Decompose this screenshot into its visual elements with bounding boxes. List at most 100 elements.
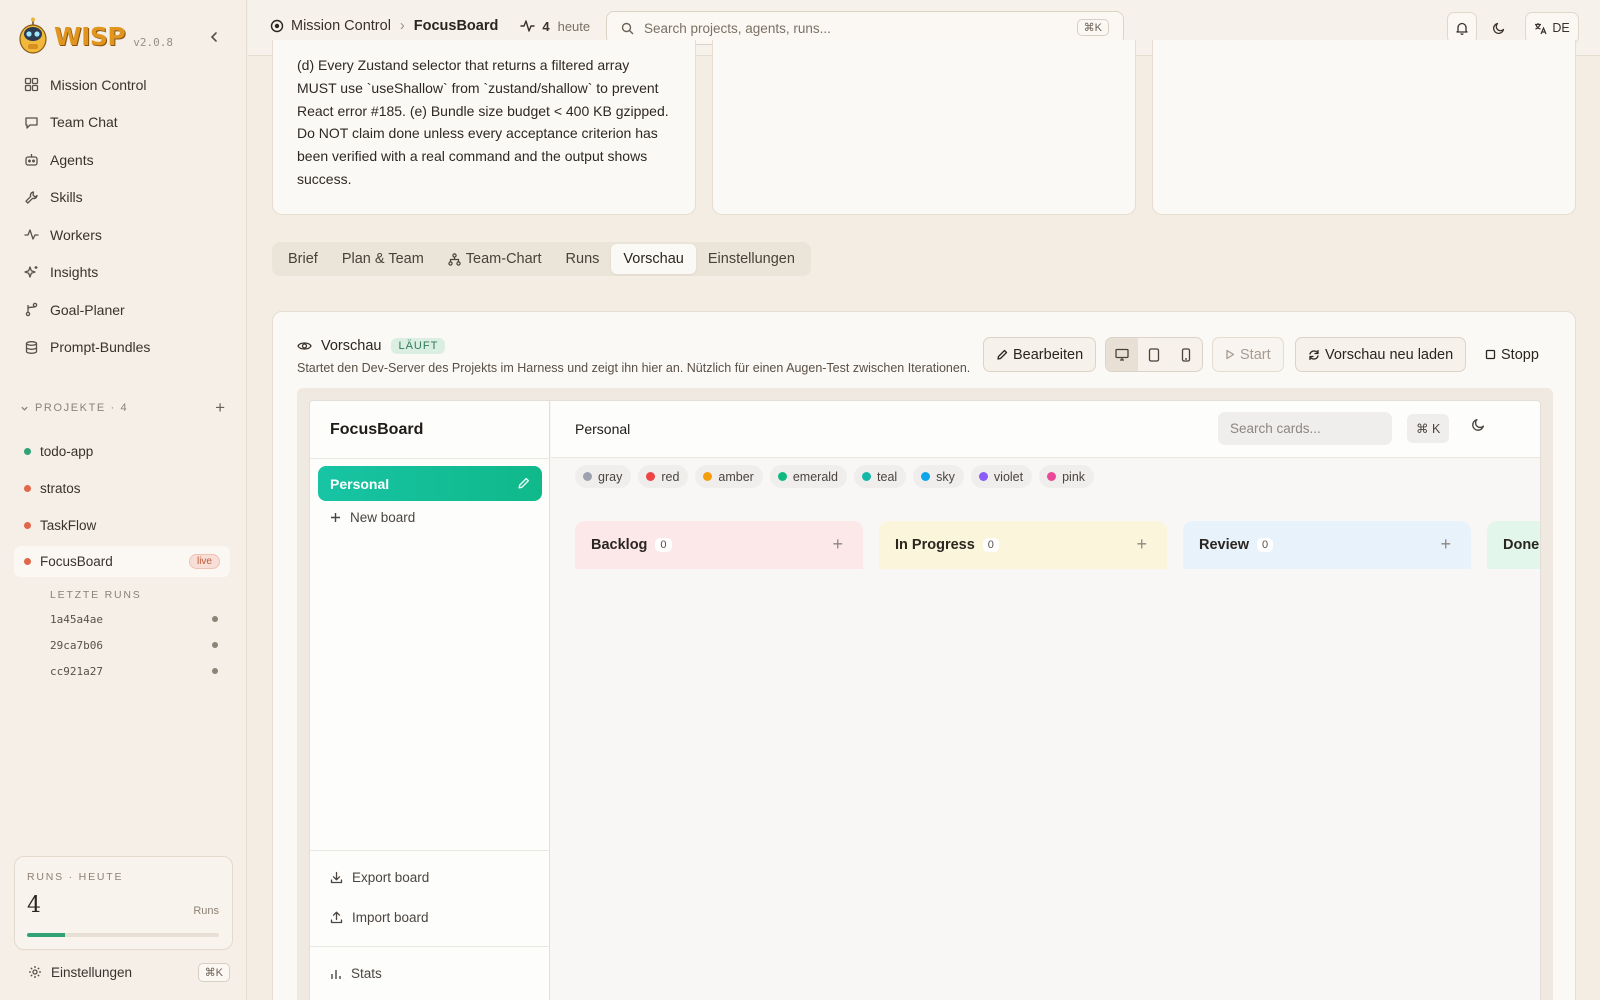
app-sidebar: FocusBoard Personal New board Export boa…: [310, 401, 550, 1000]
tab-vorschau[interactable]: Vorschau: [611, 244, 696, 274]
tab-einstellungen[interactable]: Einstellungen: [696, 244, 807, 274]
label-chip-amber[interactable]: amber: [695, 465, 763, 488]
label-chip-sky[interactable]: sky: [913, 465, 964, 488]
column-count: 0: [982, 538, 999, 552]
label-chip-emerald[interactable]: emerald: [769, 465, 848, 488]
card-search-input[interactable]: Search cards...: [1218, 412, 1392, 445]
tablet-view-button[interactable]: [1138, 338, 1170, 371]
label-chip-pink[interactable]: pink: [1039, 465, 1095, 488]
nav-item-prompt-bundles[interactable]: Prompt-Bundles: [14, 329, 232, 367]
nav-item-agents[interactable]: Agents: [14, 141, 232, 179]
tab-runs[interactable]: Runs: [554, 244, 612, 274]
new-board-button[interactable]: New board: [330, 510, 415, 525]
project-item-todo-app[interactable]: todo-app: [14, 433, 230, 470]
chip-label: violet: [993, 469, 1024, 484]
add-card-button[interactable]: +: [832, 534, 843, 555]
color-dot: [862, 472, 872, 481]
breadcrumb-root[interactable]: Mission Control: [291, 18, 391, 34]
color-dot: [921, 472, 931, 481]
label-chip-teal[interactable]: teal: [854, 465, 907, 488]
breadcrumb: Mission Control › FocusBoard 4 heute: [270, 18, 590, 34]
chip-label: red: [661, 469, 680, 484]
tab-brief[interactable]: Brief: [276, 244, 330, 274]
run-item[interactable]: cc921a27: [50, 658, 218, 684]
database-icon: [24, 339, 40, 355]
project-item-stratos[interactable]: stratos: [14, 470, 230, 507]
download-icon: [330, 871, 343, 884]
divider: [310, 850, 550, 851]
collapse-sidebar-button[interactable]: [203, 26, 225, 48]
project-name: FocusBoard: [40, 554, 113, 569]
tab-label: Team-Chart: [465, 251, 542, 267]
pencil-icon[interactable]: [517, 477, 530, 490]
color-dot: [978, 472, 988, 481]
device-switcher: [1105, 337, 1203, 372]
project-name: TaskFlow: [40, 518, 97, 533]
app-version: v2.0.8: [133, 35, 173, 49]
runs-today-card: RUNS · HEUTE 4 Runs: [14, 856, 233, 950]
add-project-button[interactable]: +: [215, 398, 225, 418]
smartphone-icon: [1181, 347, 1191, 362]
nav-item-team-chat[interactable]: Team Chat: [14, 104, 232, 142]
run-id: cc921a27: [50, 664, 103, 678]
label-chip-violet[interactable]: violet: [970, 465, 1033, 488]
run-status-dot: [212, 668, 218, 674]
project-item-focusboard[interactable]: FocusBoard live: [14, 546, 230, 577]
reload-label: Vorschau neu laden: [1325, 346, 1454, 363]
run-item[interactable]: 29ca7b06: [50, 632, 218, 658]
export-board-button[interactable]: Export board: [330, 870, 429, 885]
tab-plan-team[interactable]: Plan & Team: [330, 244, 436, 274]
reload-preview-button[interactable]: Vorschau neu laden: [1295, 337, 1467, 372]
main-nav: Mission Control Team Chat Agents Skills …: [14, 66, 232, 366]
runs-today-count: 4: [27, 893, 41, 918]
nav-item-skills[interactable]: Skills: [14, 179, 232, 217]
tablet-icon: [1148, 347, 1160, 362]
app-header: Personal Search cards... ⌘ K: [551, 401, 1540, 458]
project-item-taskflow[interactable]: TaskFlow: [14, 507, 230, 544]
command-palette-button[interactable]: ⌘ K: [1407, 414, 1450, 443]
board-item-personal[interactable]: Personal: [318, 466, 542, 501]
label-chip-red[interactable]: red: [638, 465, 689, 488]
chip-label: amber: [718, 469, 754, 484]
column-title: In Progress: [895, 537, 975, 553]
recent-runs-label: LETZTE RUNS: [50, 589, 142, 601]
stop-button[interactable]: Stopp: [1472, 337, 1552, 372]
desktop-view-button[interactable]: [1106, 338, 1138, 371]
moon-icon[interactable]: [1471, 417, 1486, 432]
activity-icon: [24, 227, 40, 243]
import-board-button[interactable]: Import board: [330, 910, 429, 925]
start-button[interactable]: Start: [1212, 337, 1284, 372]
sparkles-icon: [24, 264, 40, 280]
language-label: DE: [1552, 21, 1570, 35]
label-chip-gray[interactable]: gray: [575, 465, 632, 488]
nav-item-insights[interactable]: Insights: [14, 254, 232, 292]
edit-button[interactable]: Bearbeiten: [983, 337, 1097, 372]
project-tabs: Brief Plan & Team Team-Chart Runs Vorsch…: [272, 242, 811, 276]
stats-label: Stats: [351, 966, 382, 981]
runs-today-label: RUNS · HEUTE: [27, 871, 124, 883]
nav-label: Workers: [50, 226, 102, 243]
projects-header[interactable]: PROJEKTE · 4 +: [20, 398, 225, 418]
runs-today-progress: [27, 933, 219, 937]
sidebar-settings[interactable]: Einstellungen ⌘K: [28, 959, 230, 985]
nav-item-mission-control[interactable]: Mission Control: [14, 66, 232, 104]
bell-icon: [1456, 22, 1468, 35]
search-icon: [621, 22, 634, 34]
column-count: 0: [1256, 538, 1274, 552]
nav-item-workers[interactable]: Workers: [14, 216, 232, 254]
run-item[interactable]: 1a45a4ae: [50, 606, 218, 632]
live-badge: live: [188, 554, 220, 569]
add-card-button[interactable]: +: [1440, 534, 1451, 555]
add-card-button[interactable]: +: [1136, 534, 1147, 555]
chip-label: pink: [1062, 469, 1086, 484]
branch-icon: [24, 302, 40, 318]
mobile-view-button[interactable]: [1170, 338, 1202, 371]
preview-status-badge: LÄUFT: [391, 338, 446, 354]
mission-control-icon: [270, 19, 284, 33]
nav-item-goal-planer[interactable]: Goal-Planer: [14, 291, 232, 329]
column-title: Review: [1199, 537, 1249, 553]
stats-button[interactable]: Stats: [330, 966, 382, 981]
column-title: Backlog: [591, 537, 648, 553]
tab-team-chart[interactable]: Team-Chart: [436, 244, 554, 274]
project-name: stratos: [40, 481, 81, 496]
